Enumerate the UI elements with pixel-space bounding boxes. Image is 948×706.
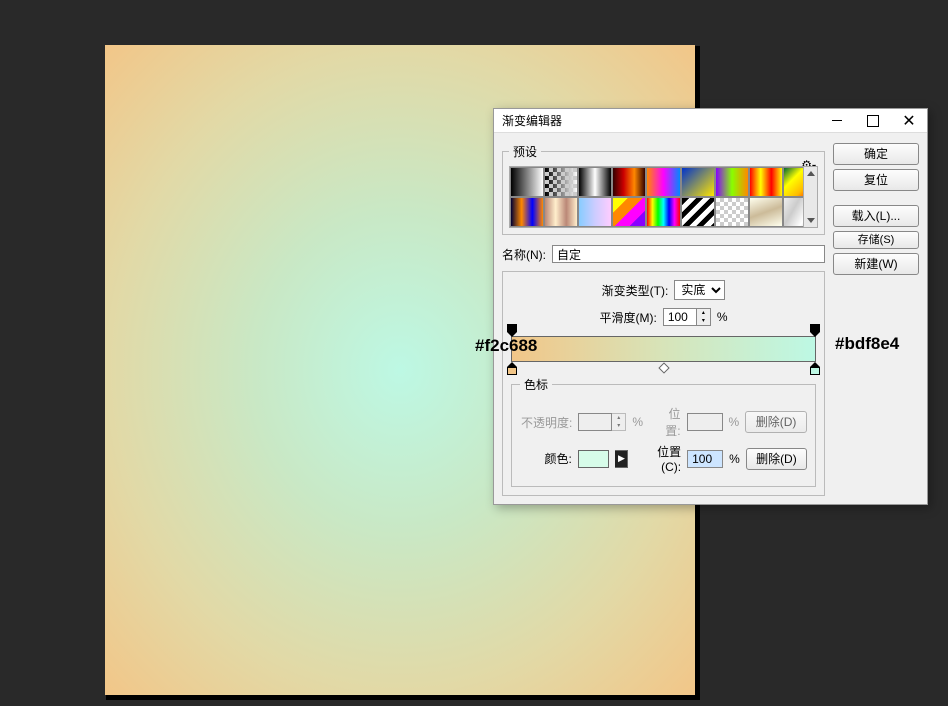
opacity-unit: % <box>632 415 643 429</box>
dialog-title: 渐变编辑器 <box>502 112 819 129</box>
position-c-label: 位置(C): <box>640 443 681 474</box>
dialog-titlebar[interactable]: 渐变编辑器 ✕ <box>494 109 927 133</box>
opacity-label: 不透明度: <box>520 414 572 431</box>
color-stop-right[interactable] <box>810 362 820 374</box>
position-c-unit: % <box>729 452 740 466</box>
smooth-input-group: ▴▾ <box>663 308 711 326</box>
smooth-label: 平滑度(M): <box>600 309 657 326</box>
position-unit: % <box>729 415 740 429</box>
preset-swatch[interactable] <box>715 167 749 197</box>
midpoint-handle[interactable] <box>658 362 669 373</box>
delete-opacity-stop-button: 删除(D) <box>745 411 807 433</box>
preset-swatch[interactable] <box>544 167 578 197</box>
smoothness-spinner[interactable]: ▴▾ <box>697 308 711 326</box>
smooth-unit: % <box>717 310 728 324</box>
close-button[interactable]: ✕ <box>891 109 927 133</box>
side-button-column: 确定 复位 载入(L)... 存储(S) 新建(W) <box>833 143 919 496</box>
stops-legend: 色标 <box>520 376 552 393</box>
presets-fieldset: 预设 ⚙▾ <box>502 143 825 235</box>
main-column: 预设 ⚙▾ <box>502 143 825 496</box>
position-label: 位置: <box>655 405 681 439</box>
name-row: 名称(N): <box>502 245 825 263</box>
preset-swatch[interactable] <box>749 167 783 197</box>
reset-button[interactable]: 复位 <box>833 169 919 191</box>
opacity-position-input <box>687 413 723 431</box>
name-label: 名称(N): <box>502 246 546 263</box>
maximize-button[interactable] <box>855 109 891 133</box>
ok-button[interactable]: 确定 <box>833 143 919 165</box>
opacity-spinner: ▴▾ <box>612 413 626 431</box>
minimize-button[interactable] <box>819 109 855 133</box>
preset-scrollbar[interactable] <box>803 167 817 227</box>
opacity-input-group: ▴▾ <box>578 413 626 431</box>
annotation-left-color: #f2c688 <box>475 336 537 356</box>
annotation-right-color: #bdf8e4 <box>835 334 899 354</box>
gradient-type-select[interactable]: 实底 <box>674 280 725 300</box>
preset-swatch[interactable] <box>578 197 612 227</box>
preset-swatch[interactable] <box>681 167 715 197</box>
delete-color-stop-button[interactable]: 删除(D) <box>746 448 807 470</box>
dialog-body: 预设 ⚙▾ <box>494 133 927 504</box>
new-button[interactable]: 新建(W) <box>833 253 919 275</box>
preset-swatch[interactable] <box>510 197 544 227</box>
preset-swatch[interactable] <box>646 197 680 227</box>
color-well[interactable] <box>578 450 610 468</box>
opacity-row: 不透明度: ▴▾ % 位置: % 删除(D) <box>520 405 807 439</box>
opacity-stop-left[interactable] <box>507 324 517 336</box>
smooth-row: 平滑度(M): ▴▾ % <box>511 308 816 326</box>
gradient-bar-area <box>511 336 816 362</box>
opacity-input <box>578 413 612 431</box>
preset-swatch[interactable] <box>646 167 680 197</box>
gradient-bar[interactable] <box>511 336 816 362</box>
color-row: 颜色: ▶ 位置(C): % 删除(D) <box>520 443 807 474</box>
load-button[interactable]: 载入(L)... <box>833 205 919 227</box>
preset-swatch[interactable] <box>681 197 715 227</box>
preset-swatch[interactable] <box>510 167 544 197</box>
preset-swatch[interactable] <box>544 197 578 227</box>
preset-swatch-grid <box>509 166 818 228</box>
preset-swatch[interactable] <box>715 197 749 227</box>
color-stops-fieldset: 色标 不透明度: ▴▾ % 位置: % 删除(D) <box>511 376 816 487</box>
gradient-editor-dialog: 渐变编辑器 ✕ 预设 ⚙▾ <box>493 108 928 505</box>
color-stop-left[interactable] <box>507 362 517 374</box>
color-picker-arrow[interactable]: ▶ <box>615 450 628 468</box>
preset-swatch[interactable] <box>612 197 646 227</box>
opacity-stop-right[interactable] <box>810 324 820 336</box>
smoothness-input[interactable] <box>663 308 697 326</box>
save-button[interactable]: 存储(S) <box>833 231 919 249</box>
gradient-edit-fieldset: 渐变类型(T): 实底 平滑度(M): ▴▾ % <box>502 271 825 496</box>
color-label: 颜色: <box>520 450 572 467</box>
presets-legend: 预设 <box>509 143 541 160</box>
type-row: 渐变类型(T): 实底 <box>511 280 816 300</box>
name-input[interactable] <box>552 245 825 263</box>
preset-swatch[interactable] <box>612 167 646 197</box>
type-label: 渐变类型(T): <box>602 282 669 299</box>
preset-swatch[interactable] <box>749 197 783 227</box>
preset-swatch[interactable] <box>578 167 612 197</box>
color-position-input[interactable] <box>687 450 723 468</box>
